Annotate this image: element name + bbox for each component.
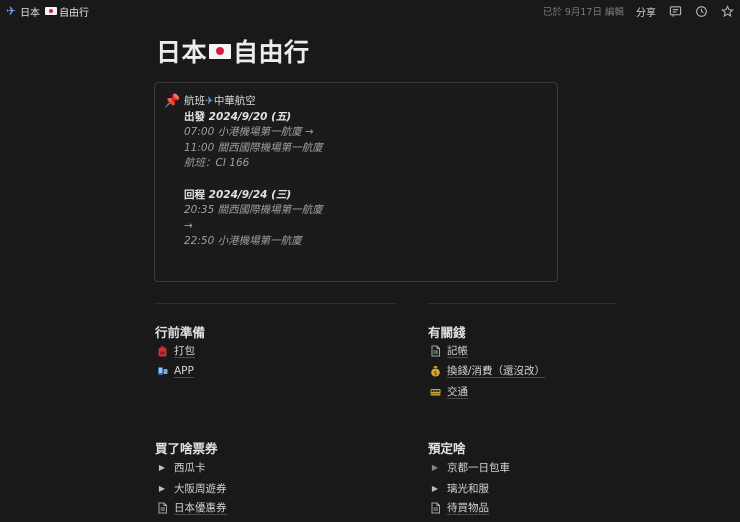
- japan-flag-icon: [45, 7, 58, 15]
- breadcrumb[interactable]: ✈ 日本 自由行: [6, 4, 89, 19]
- list-item-bookkeeping[interactable]: 記帳: [429, 343, 468, 359]
- backpack-icon: [156, 345, 168, 357]
- flight-callout: 📌 航班✈中華航空 出發 2024/9/20 (五) 07:00 小港機場第一航…: [154, 82, 558, 282]
- pushpin-icon: 📌: [164, 94, 181, 109]
- list-item-label: 西瓜卡: [174, 461, 206, 474]
- page-title-b: 自由行: [233, 38, 310, 67]
- toggle-item-kimono[interactable]: ▶ 璃光和服: [429, 480, 489, 496]
- list-item-transport[interactable]: 交通: [429, 384, 468, 400]
- toggle-item-osaka-pass[interactable]: ▶ 大阪周遊券: [156, 480, 227, 496]
- list-item-label: APP: [174, 364, 194, 378]
- breadcrumb-title-a: 日本: [20, 7, 41, 19]
- page-icon: [429, 345, 441, 357]
- list-item-coupons[interactable]: 日本優惠券: [156, 500, 227, 516]
- edited-timestamp: 已於 9月17日 編輯: [542, 7, 624, 18]
- train-icon: [429, 386, 441, 398]
- list-item-packing[interactable]: 打包: [156, 343, 195, 359]
- return-line-1: 20:35 關西國際機場第一航廈: [184, 204, 323, 217]
- list-item-label: 記帳: [447, 344, 468, 358]
- callout-heading: 航班✈中華航空: [184, 95, 256, 107]
- callout-body[interactable]: 航班✈中華航空 出發 2024/9/20 (五) 07:00 小港機場第一航廈 …: [184, 94, 323, 250]
- outbound-line-1: 07:00 小港機場第一航廈 →: [184, 126, 314, 139]
- list-item-shopping[interactable]: 待買物品: [429, 500, 489, 516]
- page-title-a: 日本: [156, 38, 208, 67]
- flight-number: 航班：CI 166: [184, 157, 250, 170]
- outbound-heading: 出發 2024/9/20 (五): [184, 110, 292, 123]
- divider-right: [427, 303, 617, 304]
- return-heading: 回程 2024/9/24 (三): [184, 188, 292, 201]
- list-item-label: 京都一日包車: [447, 461, 510, 474]
- share-button[interactable]: 分享: [636, 4, 656, 19]
- page-icon: [156, 502, 168, 514]
- toggle-item-kyoto-charter[interactable]: ▶ 京都一日包車: [429, 459, 510, 475]
- list-item-exchange[interactable]: $ 換錢/消費（還沒改）: [429, 363, 546, 379]
- airplane-icon: ✈: [6, 4, 17, 18]
- list-item-label: 待買物品: [447, 501, 489, 515]
- list-item-label: 打包: [174, 344, 195, 358]
- toggle-triangle-icon[interactable]: ▶: [429, 463, 441, 472]
- top-bar: ✈ 日本 自由行 已於 9月17日 編輯 分享: [0, 0, 740, 22]
- return-line-3: 22:50 小港機場第一航廈: [184, 235, 302, 248]
- list-item-label: 璃光和服: [447, 482, 489, 495]
- star-icon[interactable]: [720, 4, 734, 18]
- section-title-prep: 行前準備: [155, 325, 206, 340]
- outbound-line-2: 11:00 關西國際機場第一航廈: [184, 141, 323, 154]
- japan-flag-icon: [209, 43, 232, 59]
- section-title-money: 有關錢: [428, 325, 466, 340]
- divider-left: [154, 303, 397, 304]
- page-title[interactable]: 日本 自由行: [156, 33, 310, 69]
- section-title-tickets: 買了啥票券: [155, 441, 218, 456]
- list-item-label: 大阪周遊券: [174, 482, 227, 495]
- list-item-app[interactable]: APP: [156, 363, 194, 379]
- page-icon: [429, 502, 441, 514]
- app-icon: [156, 365, 168, 377]
- toggle-triangle-icon[interactable]: ▶: [429, 484, 441, 493]
- toggle-item-suica[interactable]: ▶ 西瓜卡: [156, 459, 206, 475]
- breadcrumb-title-b: 自由行: [59, 7, 90, 19]
- comment-icon[interactable]: [668, 4, 682, 18]
- moneybag-icon: $: [429, 365, 441, 377]
- history-icon[interactable]: [694, 4, 708, 18]
- list-item-label: 交通: [447, 385, 468, 399]
- list-item-label: 換錢/消費（還沒改）: [447, 364, 546, 378]
- airplane-icon: ✈: [205, 95, 214, 107]
- return-line-2: →: [184, 219, 193, 232]
- toggle-triangle-icon[interactable]: ▶: [156, 484, 168, 493]
- list-item-label: 日本優惠券: [174, 501, 227, 515]
- section-title-booked: 預定啥: [428, 441, 466, 456]
- svg-text:$: $: [433, 370, 437, 377]
- toggle-triangle-icon[interactable]: ▶: [156, 463, 168, 472]
